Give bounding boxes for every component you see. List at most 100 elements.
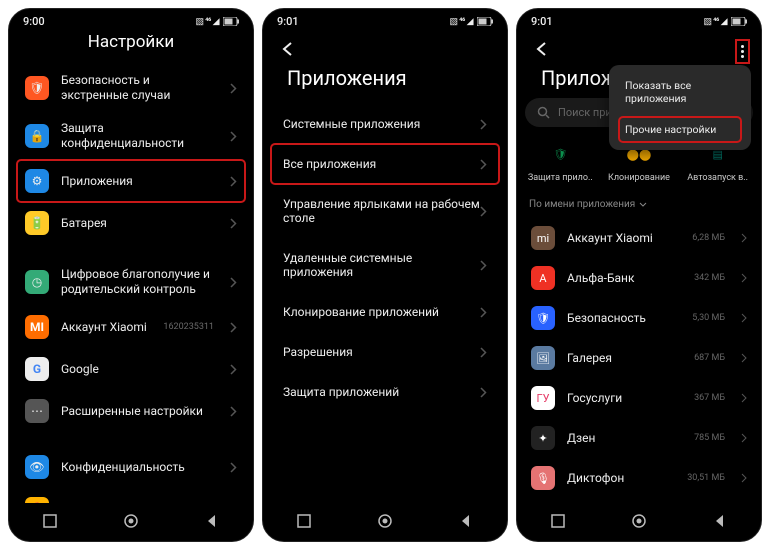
phone-app-list: 9:01 ▧ ⁴⁶ ◢ Показать все приложения Проч…	[516, 8, 762, 542]
row-permissions[interactable]: Разрешения	[271, 332, 499, 372]
app-row[interactable]: 🖼 Галерея 687 МБ	[521, 338, 757, 378]
page-title: Приложения	[263, 60, 507, 104]
nav-back-icon[interactable]	[458, 513, 474, 529]
sort-selector[interactable]: По имени приложения	[517, 199, 761, 218]
back-icon[interactable]	[279, 40, 297, 58]
nav-recent-icon[interactable]	[42, 513, 58, 529]
app-icon: ✦	[531, 426, 555, 450]
xiaomi-icon: MI	[25, 315, 49, 339]
app-icon: 🖼	[531, 346, 555, 370]
nav-back-icon[interactable]	[712, 513, 728, 529]
chevron-right-icon	[230, 83, 237, 94]
row-location[interactable]: 📍 Местоположение	[17, 488, 245, 503]
row-cloning[interactable]: Клонирование приложений	[271, 292, 499, 332]
status-icons: ▧ ⁴⁶ ◢	[195, 17, 239, 27]
app-icon: 🛡	[531, 306, 555, 330]
location-icon: 📍	[25, 497, 49, 503]
google-icon: G	[25, 357, 49, 381]
row-app-protection[interactable]: Защита приложений	[271, 372, 499, 412]
nav-home-icon[interactable]	[631, 513, 647, 529]
row-advanced[interactable]: ⋯ Расширенные настройки	[17, 390, 245, 432]
chevron-right-icon	[480, 387, 487, 398]
app-row[interactable]: 🛡 Безопасность 5,30 МБ	[521, 298, 757, 338]
chevron-right-icon	[230, 462, 237, 473]
wellbeing-icon: ◷	[25, 270, 49, 294]
chevron-right-icon	[741, 353, 747, 363]
lock-shield-icon: 🔒	[25, 124, 49, 148]
app-list: mi Аккаунт Xiaomi 6,28 МБ А Альфа-Банк 3…	[517, 218, 761, 503]
chevron-right-icon	[230, 322, 237, 333]
row-wellbeing[interactable]: ◷ Цифровое благополучие и родительский к…	[17, 258, 245, 306]
status-icons: ▧ ⁴⁶ ◢	[449, 17, 493, 27]
row-privacy-protection[interactable]: 🔒 Защита конфиденциальности	[17, 112, 245, 160]
row-privacy[interactable]: 👁 Конфиденциальность	[17, 446, 245, 488]
row-battery[interactable]: 🔋 Батарея	[17, 202, 245, 244]
status-time: 9:01	[531, 15, 553, 28]
app-row[interactable]: А Альфа-Банк 342 МБ	[521, 258, 757, 298]
phone-apps: 9:01 ▧ ⁴⁶ ◢ Приложения Системные приложе…	[262, 8, 508, 542]
row-google[interactable]: G Google	[17, 348, 245, 390]
row-all-apps[interactable]: Все приложения	[271, 144, 499, 184]
more-icon: ⋯	[25, 399, 49, 423]
overflow-menu: Показать все приложения Прочие настройки	[609, 65, 751, 150]
menu-other-settings[interactable]: Прочие настройки	[619, 117, 741, 142]
row-apps[interactable]: ⚙ Приложения	[17, 160, 245, 202]
app-row[interactable]: ГУ Госуслуги 367 МБ	[521, 378, 757, 418]
chevron-right-icon	[230, 131, 237, 142]
settings-list: 🛡 Безопасность и экстренные случаи 🔒 Защ…	[9, 64, 253, 503]
chevron-right-icon	[741, 233, 747, 243]
page-title: Настройки	[9, 30, 253, 64]
nav-bar	[263, 503, 507, 541]
status-icons: ▧ ⁴⁶ ◢	[703, 17, 747, 27]
chevron-right-icon	[480, 119, 487, 130]
chip-app-protection[interactable]: 🛡 Защита прило..	[525, 141, 595, 183]
chevron-right-icon	[480, 347, 487, 358]
battery-icon: 🔋	[25, 211, 49, 235]
phone-settings: 9:00 ▧ ⁴⁶ ◢ Настройки 🛡 Безопасность и э…	[8, 8, 254, 542]
app-icon: mi	[531, 226, 555, 250]
shield-icon: 🛡	[547, 141, 573, 167]
chevron-right-icon	[230, 277, 237, 288]
status-bar: 9:01 ▧ ⁴⁶ ◢	[517, 9, 761, 30]
app-row[interactable]: 🎙 Диктофон 30,51 МБ	[521, 458, 757, 498]
nav-bar	[517, 503, 761, 541]
app-row[interactable]: mi Аккаунт Xiaomi 6,28 МБ	[521, 218, 757, 258]
row-xiaomi-account[interactable]: MI Аккаунт Xiaomi 1620235311	[17, 306, 245, 348]
battery-icon	[223, 17, 239, 26]
row-shortcuts[interactable]: Управление ярлыками на рабочем столе	[271, 184, 499, 238]
nav-home-icon[interactable]	[123, 513, 139, 529]
status-time: 9:01	[277, 15, 299, 28]
chevron-right-icon	[741, 313, 747, 323]
nav-recent-icon[interactable]	[550, 513, 566, 529]
chevron-right-icon	[480, 260, 487, 271]
eye-icon: 👁	[25, 455, 49, 479]
nav-home-icon[interactable]	[377, 513, 393, 529]
chevron-right-icon	[230, 176, 237, 187]
back-icon[interactable]	[533, 40, 551, 58]
account-id: 1620235311	[163, 322, 214, 332]
row-security-emergency[interactable]: 🛡 Безопасность и экстренные случаи	[17, 64, 245, 112]
chevron-right-icon	[741, 473, 747, 483]
overflow-button[interactable]	[740, 44, 745, 59]
apps-menu-list: Системные приложения Все приложения Упра…	[263, 104, 507, 503]
status-bar: 9:01 ▧ ⁴⁶ ◢	[263, 9, 507, 30]
app-row[interactable]: ✦ Дзен 785 МБ	[521, 418, 757, 458]
chevron-right-icon	[230, 406, 237, 417]
chevron-right-icon	[741, 393, 747, 403]
chevron-right-icon	[230, 218, 237, 229]
nav-back-icon[interactable]	[204, 513, 220, 529]
row-removed-system[interactable]: Удаленные системные приложения	[271, 238, 499, 292]
shield-alert-icon: 🛡	[25, 76, 49, 100]
menu-show-all[interactable]: Показать все приложения	[619, 73, 741, 111]
nav-bar	[9, 503, 253, 541]
chevron-down-icon	[639, 202, 647, 207]
row-system-apps[interactable]: Системные приложения	[271, 104, 499, 144]
nav-recent-icon[interactable]	[296, 513, 312, 529]
chevron-right-icon	[480, 159, 487, 170]
app-icon: А	[531, 266, 555, 290]
header	[263, 30, 507, 60]
app-icon: ГУ	[531, 386, 555, 410]
chevron-right-icon	[741, 273, 747, 283]
battery-icon	[477, 17, 493, 26]
apps-icon: ⚙	[25, 169, 49, 193]
